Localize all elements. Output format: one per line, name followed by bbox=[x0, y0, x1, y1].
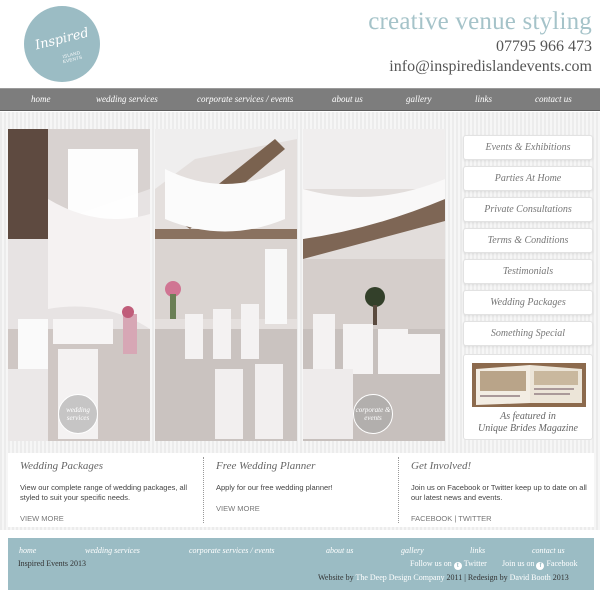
nav-gallery[interactable]: gallery bbox=[406, 94, 432, 104]
sidebar-item-parties-at-home[interactable]: Parties At Home bbox=[463, 166, 593, 191]
footer-nav-about-us[interactable]: about us bbox=[326, 546, 353, 555]
sidebar-item-something-special[interactable]: Something Special bbox=[463, 321, 593, 346]
logo-subtitle: ISLAND EVENTS bbox=[62, 49, 83, 65]
magazine-feature[interactable]: As featured in Unique Brides Magazine bbox=[463, 354, 593, 440]
email-address[interactable]: info@inspiredislandevents.com bbox=[389, 58, 592, 76]
photo-panel-venue bbox=[155, 129, 297, 441]
photo-panel-weddings[interactable]: wedding services bbox=[8, 129, 150, 441]
follow-twitter[interactable]: Follow us on t Twitter bbox=[410, 559, 487, 570]
facebook-label: Facebook bbox=[546, 559, 578, 568]
badge-wedding-services[interactable]: wedding services bbox=[58, 394, 98, 434]
magazine-caption-line-2: Unique Brides Magazine bbox=[478, 423, 578, 434]
nav-about-us[interactable]: about us bbox=[332, 94, 363, 104]
nav-contact-us[interactable]: contact us bbox=[535, 94, 572, 104]
footer-nav-corporate-services[interactable]: corporate services / events bbox=[189, 546, 275, 555]
twitter-icon: t bbox=[453, 562, 462, 570]
nav-wedding-services[interactable]: wedding services bbox=[96, 94, 158, 104]
phone-number: 07795 966 473 bbox=[496, 38, 592, 55]
venue-photo-2 bbox=[155, 129, 297, 441]
nav-home[interactable]: home bbox=[31, 94, 51, 104]
twitter-label: Twitter bbox=[463, 559, 487, 568]
magazine-image bbox=[472, 363, 586, 407]
credit-company-link[interactable]: The Deep Design Company bbox=[355, 573, 444, 582]
sidebar-item-wedding-packages[interactable]: Wedding Packages bbox=[463, 290, 593, 315]
header: Inspired ISLAND EVENTS creative venue st… bbox=[0, 0, 600, 88]
copyright: Inspired Events 2013 bbox=[18, 559, 86, 568]
footer-nav-links[interactable]: links bbox=[470, 546, 485, 555]
footer-nav-home[interactable]: home bbox=[19, 546, 36, 555]
follow-text: Follow us on bbox=[410, 559, 452, 568]
tagline: creative venue styling bbox=[368, 8, 592, 35]
photo-panel-corporate[interactable]: corporate & events bbox=[303, 129, 445, 441]
info-boxes: Wedding Packages View our complete range… bbox=[8, 453, 594, 527]
social-links[interactable]: FACEBOOK | TWITTER bbox=[411, 514, 492, 523]
box-get-involved: Get Involved! Join us on Facebook or Twi… bbox=[399, 453, 594, 527]
box-title: Get Involved! bbox=[411, 460, 472, 472]
join-text: Join us on bbox=[502, 559, 535, 568]
box-free-wedding-planner: Free Wedding Planner Apply for our free … bbox=[204, 453, 397, 527]
sidebar-item-events-exhibitions[interactable]: Events & Exhibitions bbox=[463, 135, 593, 160]
join-facebook[interactable]: Join us on f Facebook bbox=[502, 559, 578, 570]
box-text: Join us on Facebook or Twitter keep up t… bbox=[411, 483, 587, 502]
credit-year: 2011 | Redesign by bbox=[446, 573, 508, 582]
credit-year-2: 2013 bbox=[552, 573, 569, 582]
view-more-link[interactable]: VIEW MORE bbox=[20, 514, 64, 523]
view-more-link[interactable]: VIEW MORE bbox=[216, 504, 260, 513]
sidebar-item-private-consultations[interactable]: Private Consultations bbox=[463, 197, 593, 222]
nav-links[interactable]: links bbox=[475, 94, 492, 104]
box-text: Apply for our free wedding planner! bbox=[216, 483, 333, 492]
box-title: Free Wedding Planner bbox=[216, 460, 316, 472]
box-title: Wedding Packages bbox=[20, 460, 103, 472]
logo[interactable]: Inspired ISLAND EVENTS bbox=[24, 6, 100, 82]
box-wedding-packages: Wedding Packages View our complete range… bbox=[8, 453, 203, 527]
box-text: View our complete range of wedding packa… bbox=[20, 483, 188, 502]
facebook-icon: f bbox=[536, 562, 545, 570]
footer-nav-wedding-services[interactable]: wedding services bbox=[85, 546, 140, 555]
credit-designer-link[interactable]: David Booth bbox=[510, 573, 551, 582]
credit-prefix: Website by bbox=[318, 573, 354, 582]
nav-corporate-services[interactable]: corporate services / events bbox=[197, 94, 293, 104]
footer-nav-gallery[interactable]: gallery bbox=[401, 546, 424, 555]
badge-corporate-events[interactable]: corporate & events bbox=[353, 394, 393, 434]
site-credit: Website by The Deep Design Company 2011 … bbox=[318, 573, 569, 582]
main-nav: home wedding services corporate services… bbox=[0, 88, 600, 111]
magazine-caption-line-1: As featured in bbox=[500, 411, 556, 422]
footer: home wedding services corporate services… bbox=[8, 538, 594, 590]
sidebar-item-terms-conditions[interactable]: Terms & Conditions bbox=[463, 228, 593, 253]
footer-nav-contact-us[interactable]: contact us bbox=[532, 546, 565, 555]
sidebar-item-testimonials[interactable]: Testimonials bbox=[463, 259, 593, 284]
